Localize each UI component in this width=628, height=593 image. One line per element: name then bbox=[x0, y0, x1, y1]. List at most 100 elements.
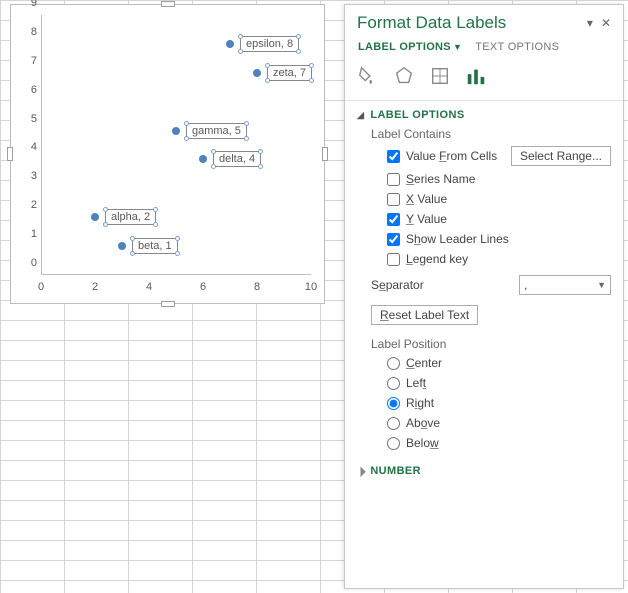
label-options-icon[interactable] bbox=[465, 65, 487, 90]
position-below-radio[interactable] bbox=[387, 437, 400, 450]
selection-handle[interactable] bbox=[175, 251, 180, 256]
tab-text-options[interactable]: TEXT OPTIONS bbox=[474, 39, 560, 55]
selection-handle[interactable] bbox=[258, 164, 263, 169]
value-from-cells-label: Value From Cells bbox=[406, 149, 497, 163]
resize-handle[interactable] bbox=[161, 1, 175, 7]
y-tick-label: 8 bbox=[23, 26, 37, 38]
selection-handle[interactable] bbox=[244, 121, 249, 126]
position-right-label: Right bbox=[406, 396, 434, 410]
x-tick-label: 6 bbox=[200, 281, 206, 293]
selection-handle[interactable] bbox=[184, 121, 189, 126]
size-properties-icon[interactable] bbox=[429, 65, 451, 90]
data-label[interactable]: beta, 1 bbox=[132, 238, 178, 254]
data-label[interactable]: epsilon, 8 bbox=[240, 36, 299, 52]
selection-handle[interactable] bbox=[258, 149, 263, 154]
tab-label-options[interactable]: LABEL OPTIONS▼ bbox=[357, 39, 463, 55]
x-value-checkbox[interactable] bbox=[387, 193, 400, 206]
position-above-radio[interactable] bbox=[387, 417, 400, 430]
expand-icon: ◢ bbox=[354, 465, 367, 478]
data-point[interactable] bbox=[226, 40, 234, 48]
reset-label-text-button[interactable]: Reset Label Text bbox=[371, 305, 478, 325]
selection-handle[interactable] bbox=[103, 222, 108, 227]
y-value-checkbox[interactable] bbox=[387, 213, 400, 226]
selection-handle[interactable] bbox=[211, 164, 216, 169]
x-tick-label: 4 bbox=[146, 281, 152, 293]
position-center-label: Center bbox=[406, 356, 442, 370]
legend-key-label: Legend key bbox=[406, 252, 468, 266]
selection-handle[interactable] bbox=[296, 34, 301, 39]
selection-handle[interactable] bbox=[244, 136, 249, 141]
y-tick-label: 7 bbox=[23, 55, 37, 67]
y-tick-label: 3 bbox=[23, 170, 37, 182]
number-header[interactable]: ◢ NUMBER bbox=[357, 465, 611, 479]
x-tick-label: 0 bbox=[38, 281, 44, 293]
selection-handle[interactable] bbox=[211, 149, 216, 154]
position-left-label: Left bbox=[406, 376, 426, 390]
effects-icon[interactable] bbox=[393, 65, 415, 90]
y-tick-label: 1 bbox=[23, 228, 37, 240]
y-tick-label: 4 bbox=[23, 141, 37, 153]
data-point[interactable] bbox=[199, 155, 207, 163]
data-point[interactable] bbox=[91, 213, 99, 221]
label-position-heading: Label Position bbox=[357, 333, 611, 353]
plot-area[interactable]: 01234567890246810alpha, 2beta, 1gamma, 5… bbox=[41, 15, 311, 275]
selection-handle[interactable] bbox=[309, 63, 314, 68]
data-label[interactable]: alpha, 2 bbox=[105, 209, 156, 225]
format-data-labels-pane: Format Data Labels ▾ ✕ LABEL OPTIONS▼ TE… bbox=[344, 4, 624, 589]
separator-select[interactable]: , ▼ bbox=[519, 275, 611, 295]
selection-handle[interactable] bbox=[238, 34, 243, 39]
selection-handle[interactable] bbox=[265, 63, 270, 68]
selection-handle[interactable] bbox=[130, 251, 135, 256]
select-range-button[interactable]: Select Range... bbox=[511, 146, 611, 166]
collapse-icon: ◢ bbox=[357, 110, 364, 121]
selection-handle[interactable] bbox=[175, 236, 180, 241]
selection-handle[interactable] bbox=[153, 222, 158, 227]
x-tick-label: 8 bbox=[254, 281, 260, 293]
y-tick-label: 2 bbox=[23, 199, 37, 211]
y-tick-label: 9 bbox=[23, 0, 37, 9]
pane-title: Format Data Labels bbox=[357, 13, 506, 33]
selection-handle[interactable] bbox=[296, 49, 301, 54]
value-from-cells-checkbox[interactable] bbox=[387, 150, 400, 163]
selection-handle[interactable] bbox=[130, 236, 135, 241]
data-label[interactable]: zeta, 7 bbox=[267, 65, 312, 81]
data-label[interactable]: delta, 4 bbox=[213, 151, 261, 167]
close-icon[interactable]: ✕ bbox=[599, 16, 613, 30]
chart-object[interactable]: 01234567890246810alpha, 2beta, 1gamma, 5… bbox=[10, 4, 325, 304]
legend-key-checkbox[interactable] bbox=[387, 253, 400, 266]
data-label[interactable]: gamma, 5 bbox=[186, 123, 247, 139]
selection-handle[interactable] bbox=[309, 78, 314, 83]
separator-label: Separator bbox=[371, 278, 424, 292]
position-center-radio[interactable] bbox=[387, 357, 400, 370]
y-value-label: Y Value bbox=[406, 212, 447, 226]
selection-handle[interactable] bbox=[238, 49, 243, 54]
y-tick-label: 5 bbox=[23, 113, 37, 125]
y-tick-label: 6 bbox=[23, 84, 37, 96]
show-leader-lines-checkbox[interactable] bbox=[387, 233, 400, 246]
y-tick-label: 0 bbox=[23, 257, 37, 269]
data-point[interactable] bbox=[118, 242, 126, 250]
resize-handle[interactable] bbox=[322, 147, 328, 161]
fill-line-icon[interactable] bbox=[357, 65, 379, 90]
label-contains-heading: Label Contains bbox=[357, 123, 611, 143]
pane-dropdown-icon[interactable]: ▾ bbox=[585, 16, 595, 30]
resize-handle[interactable] bbox=[161, 301, 175, 307]
selection-handle[interactable] bbox=[103, 207, 108, 212]
position-right-radio[interactable] bbox=[387, 397, 400, 410]
data-point[interactable] bbox=[253, 69, 261, 77]
label-options-header[interactable]: ◢ LABEL OPTIONS bbox=[357, 109, 611, 123]
selection-handle[interactable] bbox=[265, 78, 270, 83]
selection-handle[interactable] bbox=[184, 136, 189, 141]
position-below-label: Below bbox=[406, 436, 439, 450]
x-value-label: X Value bbox=[406, 192, 447, 206]
series-name-checkbox[interactable] bbox=[387, 173, 400, 186]
x-tick-label: 2 bbox=[92, 281, 98, 293]
x-tick-label: 10 bbox=[305, 281, 317, 293]
chevron-down-icon: ▼ bbox=[597, 280, 606, 290]
show-leader-lines-label: Show Leader Lines bbox=[406, 232, 509, 246]
position-left-radio[interactable] bbox=[387, 377, 400, 390]
series-name-label: Series Name bbox=[406, 172, 475, 186]
resize-handle[interactable] bbox=[7, 147, 13, 161]
data-point[interactable] bbox=[172, 127, 180, 135]
selection-handle[interactable] bbox=[153, 207, 158, 212]
